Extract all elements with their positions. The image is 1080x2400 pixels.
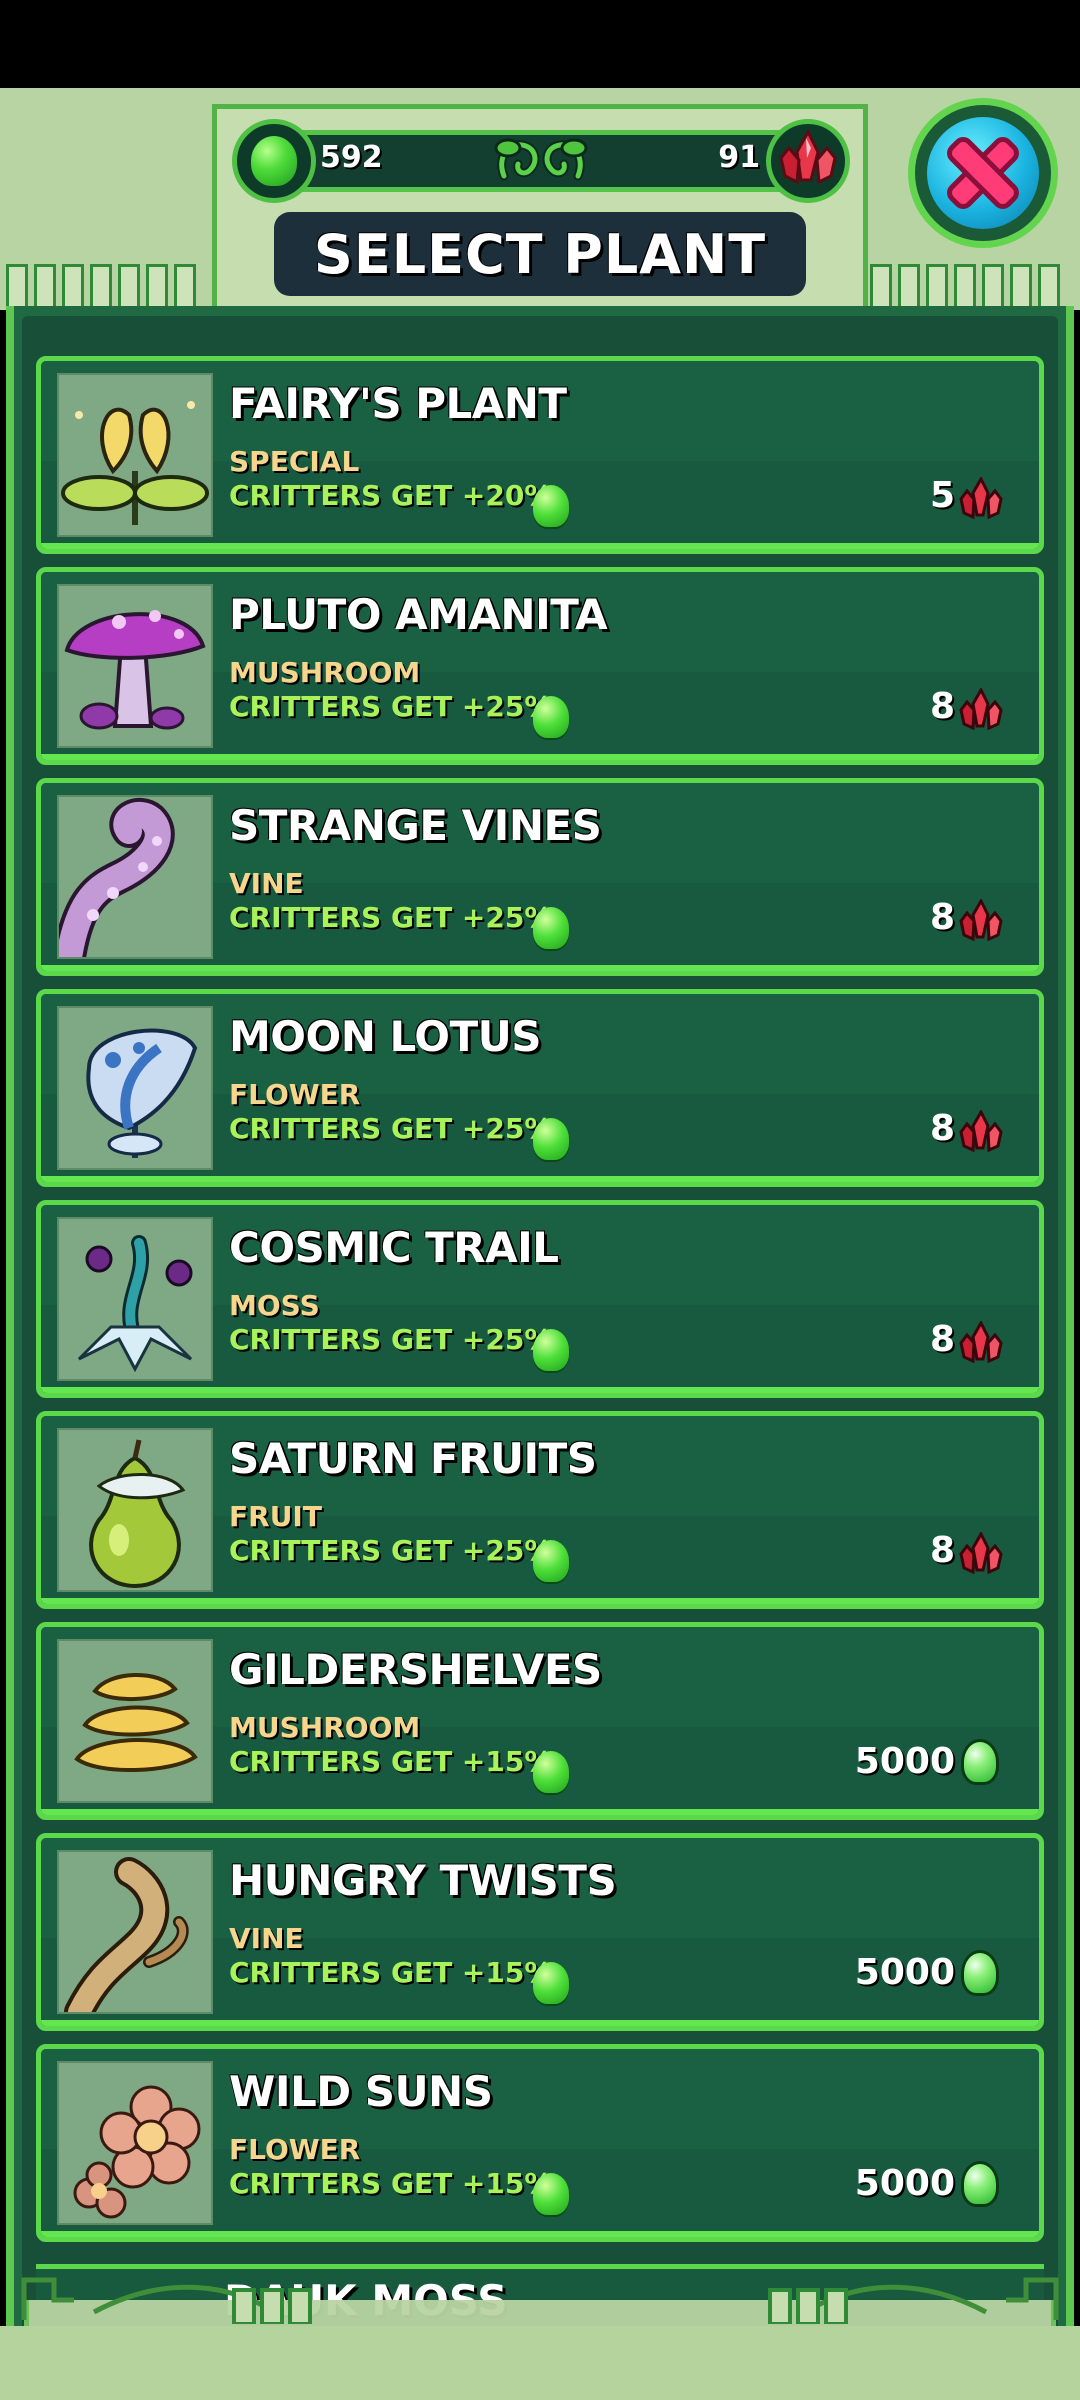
close-x-icon xyxy=(947,137,1019,209)
gel-price-icon xyxy=(961,2161,999,2207)
plant-category: VINE xyxy=(229,867,304,900)
plant-bonus: CRITTERS GET +15% xyxy=(229,2167,553,2200)
plant-price: 8 xyxy=(929,1530,955,1571)
gel-bonus-icon xyxy=(533,2173,569,2215)
plant-bonus: CRITTERS GET +15% xyxy=(229,1956,553,1989)
plant-price: 5000 xyxy=(854,1741,955,1782)
moon-lotus-icon xyxy=(57,1006,213,1170)
crystal-currency-icon xyxy=(766,119,850,203)
purple-mushroom-icon xyxy=(57,584,213,748)
gel-currency-icon xyxy=(232,119,316,203)
plant-name: FAIRY'S PLANT xyxy=(229,379,567,428)
plant-card-moon-lotus[interactable]: MOON LOTUS FLOWER CRITTERS GET +25% 8 xyxy=(36,989,1044,1187)
cosmic-trail-icon xyxy=(57,1217,213,1381)
plant-price: 5000 xyxy=(854,2163,955,2204)
plant-bonus: CRITTERS GET +25% xyxy=(229,690,553,723)
plant-category: MOSS xyxy=(229,1289,320,1322)
crystal-price-icon xyxy=(959,477,1003,520)
crystal-price-icon xyxy=(959,1321,1003,1364)
plant-price: 5000 xyxy=(854,1952,955,1993)
plant-bonus: CRITTERS GET +25% xyxy=(229,1534,553,1567)
gel-count: 592 xyxy=(320,140,383,175)
plant-name: STRANGE VINES xyxy=(229,801,602,850)
header-pillars-left xyxy=(6,264,196,310)
crystal-count: 91 xyxy=(718,140,760,175)
page-title: SELECT PLANT xyxy=(313,222,767,286)
gel-bonus-icon xyxy=(533,485,569,527)
plant-bonus: CRITTERS GET +25% xyxy=(229,1323,553,1356)
gel-bonus-icon xyxy=(533,1118,569,1160)
plant-category: FLOWER xyxy=(229,2133,361,2166)
header-pillars-right xyxy=(870,264,1060,310)
close-button[interactable] xyxy=(908,98,1058,248)
crystal-price-icon xyxy=(959,1532,1003,1575)
twisted-vine-icon xyxy=(57,1850,213,2026)
title-plate: SELECT PLANT xyxy=(274,212,806,296)
plant-bonus: CRITTERS GET +20% xyxy=(229,479,553,512)
plant-category: FLOWER xyxy=(229,1078,361,1111)
tentacle-vine-icon xyxy=(52,795,213,971)
plant-card-saturn-fruits[interactable]: SATURN FRUITS FRUIT CRITTERS GET +25% 8 xyxy=(36,1411,1044,1609)
plant-name: WILD SUNS xyxy=(229,2067,493,2116)
crystal-price-icon xyxy=(959,688,1003,731)
plant-name: GILDERSHELVES xyxy=(229,1645,602,1694)
plant-name: COSMIC TRAIL xyxy=(229,1223,559,1272)
footer-band xyxy=(0,2326,1080,2400)
crystal-price-icon xyxy=(959,1110,1003,1153)
plant-price: 8 xyxy=(929,1108,955,1149)
plant-name: SATURN FRUITS xyxy=(229,1434,597,1483)
plant-card-hungry-twists[interactable]: HUNGRY TWISTS VINE CRITTERS GET +15% 500… xyxy=(36,1833,1044,2031)
fairy-plant-icon xyxy=(57,373,213,537)
gel-bonus-icon xyxy=(533,1329,569,1371)
plant-name: HUNGRY TWISTS xyxy=(229,1856,617,1905)
plant-price: 8 xyxy=(929,686,955,727)
gel-bonus-icon xyxy=(533,1962,569,2004)
status-bar xyxy=(0,0,1080,88)
gel-bonus-icon xyxy=(533,1751,569,1793)
gel-price-icon xyxy=(961,1739,999,1785)
leaf-ornament-icon xyxy=(494,138,588,181)
gel-bonus-icon xyxy=(533,1540,569,1582)
plant-price: 8 xyxy=(929,1319,955,1360)
plant-category: MUSHROOM xyxy=(229,656,421,689)
plant-name: PLUTO AMANITA xyxy=(229,590,608,639)
shelf-fungus-icon xyxy=(57,1639,213,1803)
plant-bonus: CRITTERS GET +15% xyxy=(229,1745,553,1778)
plant-category: FRUIT xyxy=(229,1500,322,1533)
plant-card-fairys-plant[interactable]: FAIRY'S PLANT SPECIAL CRITTERS GET +20% … xyxy=(36,356,1044,554)
plant-card-gildershelves[interactable]: GILDERSHELVES MUSHROOM CRITTERS GET +15%… xyxy=(36,1622,1044,1820)
crystal-price-icon xyxy=(959,899,1003,942)
pear-fruit-icon xyxy=(57,1428,213,1592)
plant-card-wild-suns[interactable]: WILD SUNS FLOWER CRITTERS GET +15% 5000 xyxy=(36,2044,1044,2242)
game-screen: 592 91 SELECT PLANT FAIRY'S PLANT SPECIA… xyxy=(0,0,1080,2400)
plant-name: MOON LOTUS xyxy=(229,1012,541,1061)
gel-price-icon xyxy=(961,1950,999,1996)
plant-card-strange-vines[interactable]: STRANGE VINES VINE CRITTERS GET +25% 8 xyxy=(36,778,1044,976)
plant-bonus: CRITTERS GET +25% xyxy=(229,901,553,934)
plant-price: 8 xyxy=(929,897,955,938)
plant-card-cosmic-trail[interactable]: COSMIC TRAIL MOSS CRITTERS GET +25% 8 xyxy=(36,1200,1044,1398)
plant-price: 5 xyxy=(929,475,955,516)
plant-card-pluto-amanita[interactable]: PLUTO AMANITA MUSHROOM CRITTERS GET +25%… xyxy=(36,567,1044,765)
plant-category: MUSHROOM xyxy=(229,1711,421,1744)
plant-category: VINE xyxy=(229,1922,304,1955)
plant-bonus: CRITTERS GET +25% xyxy=(229,1112,553,1145)
pink-flower-icon xyxy=(57,2061,213,2225)
gel-bonus-icon xyxy=(533,696,569,738)
gel-bonus-icon xyxy=(533,907,569,949)
plant-category: SPECIAL xyxy=(229,445,360,478)
